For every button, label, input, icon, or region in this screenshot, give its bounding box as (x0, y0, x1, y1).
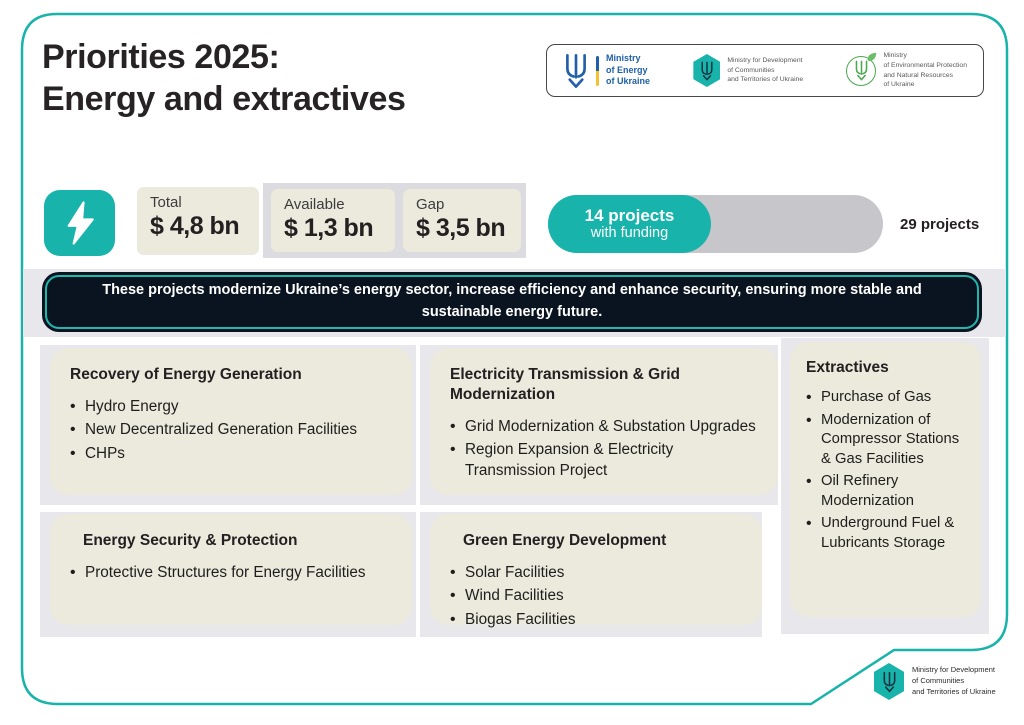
card-extractives: Extractives Purchase of Gas Modernizatio… (790, 342, 981, 617)
stat-label: Available (284, 196, 382, 213)
flag-bar-icon (596, 56, 599, 86)
bullet-item: Wind Facilities (450, 586, 742, 606)
card-green-energy: Green Energy Development Solar Facilitie… (430, 514, 762, 625)
bullet-item: Solar Facilities (450, 563, 742, 583)
card-title: Extractives (806, 358, 965, 378)
card-electricity-transmission: Electricity Transmission & Grid Moderniz… (430, 348, 778, 495)
communities-ministry-name: Ministry for Development of Communities … (727, 56, 803, 85)
stat-value: $ 3,5 bn (416, 214, 508, 243)
communities-ministry-logo: Ministry for Development of Communities … (693, 54, 803, 87)
card-bullet-list: Purchase of Gas Modernization of Compres… (806, 388, 965, 553)
card-title: Electricity Transmission & Grid Moderniz… (450, 365, 758, 405)
stat-card-available: Available $ 1,3 bn (271, 189, 395, 252)
card-title: Recovery of Energy Generation (70, 365, 392, 385)
card-title: Green Energy Development (450, 531, 742, 551)
bullet-item: New Decentralized Generation Facilities (70, 420, 392, 440)
hexagon-trident-icon (693, 54, 720, 87)
bullet-item: Underground Fuel & Lubricants Storage (806, 514, 965, 553)
stat-value: $ 4,8 bn (150, 212, 246, 241)
bullet-item: Hydro Energy (70, 397, 392, 417)
bullet-item: Region Expansion & Electricity Transmiss… (450, 440, 758, 480)
footer-ministry-logo: Ministry for Development of Communities … (874, 663, 996, 700)
card-bullet-list: Hydro Energy New Decentralized Generatio… (70, 397, 392, 464)
total-projects-label: 29 projects (900, 216, 979, 233)
card-energy-security: Energy Security & Protection Protective … (50, 514, 412, 625)
stat-label: Total (150, 194, 246, 211)
bullet-item: Oil Refinery Modernization (806, 472, 965, 511)
trident-icon (563, 53, 589, 89)
bullet-item: CHPs (70, 444, 392, 464)
title-line-2: Energy and extractives (42, 78, 406, 120)
stat-card-total: Total $ 4,8 bn (137, 187, 259, 255)
bullet-item: Grid Modernization & Substation Upgrades (450, 417, 758, 437)
footer-hexagon-icon (874, 663, 904, 700)
environment-ministry-logo: Ministry of Environmental Protection and… (846, 51, 967, 89)
energy-icon-tile (44, 190, 115, 256)
leaf-trident-icon (846, 56, 876, 86)
bullet-item: Purchase of Gas (806, 388, 965, 408)
summary-banner-text: These projects modernize Ukraine’s energ… (47, 280, 977, 324)
card-recovery-generation: Recovery of Energy Generation Hydro Ener… (50, 348, 412, 495)
funding-progress-track: 14 projects with funding (548, 195, 883, 253)
funding-progress-fill: 14 projects with funding (548, 195, 711, 253)
environment-ministry-name: Ministry of Environmental Protection and… (883, 51, 967, 89)
energy-ministry-name: Ministry of Energy of Ukraine (606, 53, 650, 88)
card-bullet-list: Solar Facilities Wind Facilities Biogas … (450, 563, 742, 630)
bullet-item: Modernization of Compressor Stations & G… (806, 411, 965, 470)
card-title: Energy Security & Protection (70, 531, 392, 551)
funded-projects-count: 14 projects (585, 206, 675, 226)
funded-projects-sub: with funding (591, 225, 668, 242)
ministries-logo-box: Ministry of Energy of Ukraine Ministry f… (546, 44, 984, 97)
page-title: Priorities 2025: Energy and extractives (42, 36, 406, 120)
title-line-1: Priorities 2025: (42, 36, 406, 78)
bullet-item: Protective Structures for Energy Facilit… (70, 563, 392, 583)
summary-banner: These projects modernize Ukraine’s energ… (45, 275, 979, 329)
stat-card-gap: Gap $ 3,5 bn (403, 189, 521, 252)
card-bullet-list: Grid Modernization & Substation Upgrades… (450, 417, 758, 481)
stat-label: Gap (416, 196, 508, 213)
lightning-icon (63, 199, 97, 247)
stat-value: $ 1,3 bn (284, 214, 382, 243)
slide-page: Priorities 2025: Energy and extractives … (0, 0, 1024, 725)
footer-ministry-name: Ministry for Development of Communities … (912, 665, 996, 698)
energy-ministry-logo: Ministry of Energy of Ukraine (563, 53, 650, 89)
bullet-item: Biogas Facilities (450, 610, 742, 630)
card-bullet-list: Protective Structures for Energy Facilit… (70, 563, 392, 583)
